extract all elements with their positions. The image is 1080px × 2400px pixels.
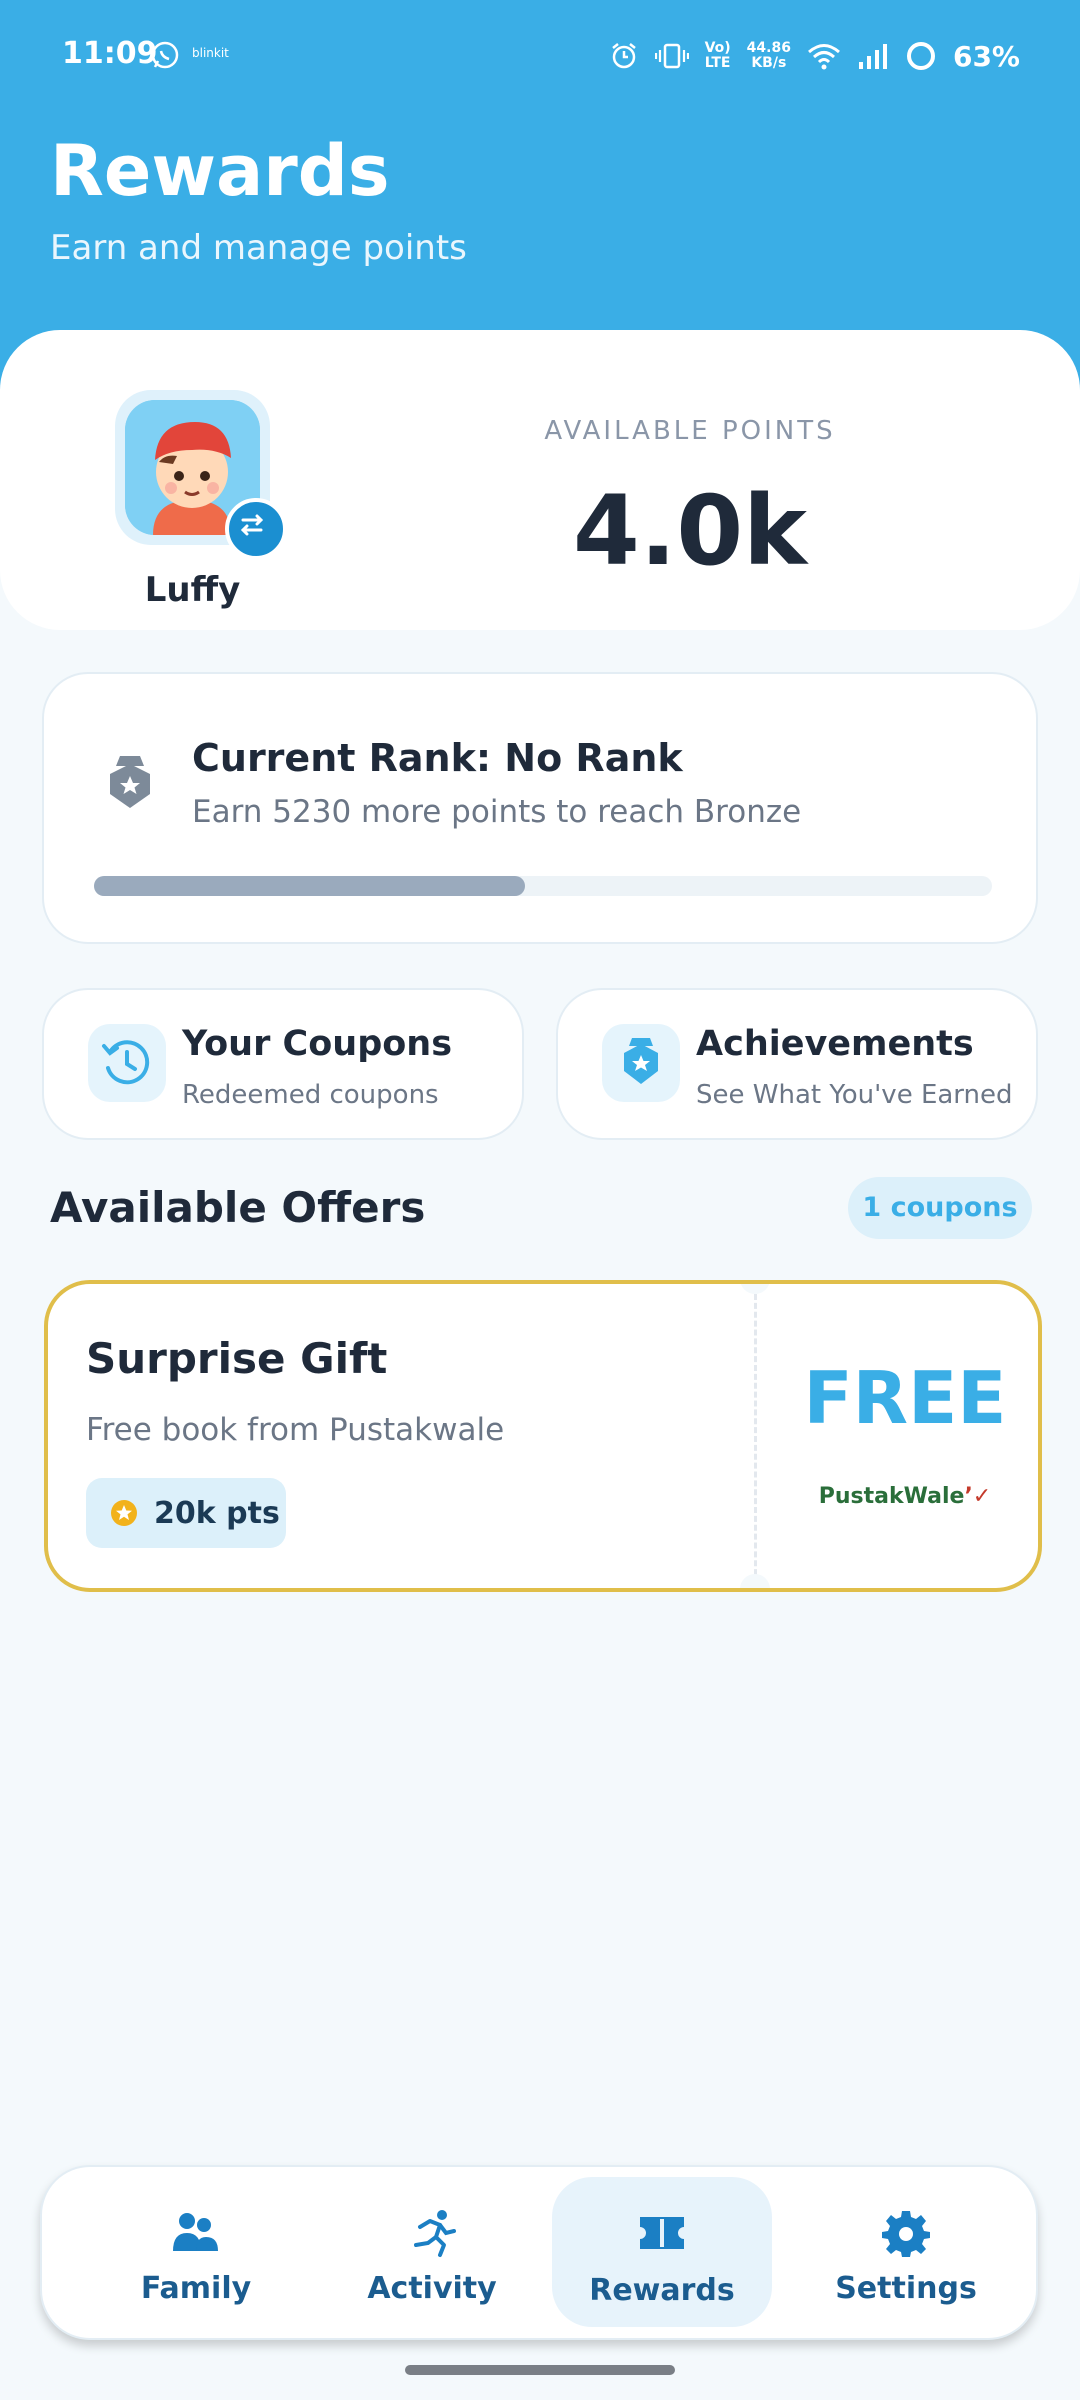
signal-icon: [858, 44, 887, 69]
nav-activity[interactable]: Activity: [322, 2167, 542, 2342]
pustakwale-logo: PustakWale’✓: [818, 1484, 992, 1509]
medal-icon-box: [602, 1024, 680, 1102]
nav-settings-label: Settings: [835, 2271, 977, 2306]
your-coupons-card[interactable]: Your Coupons Redeemed coupons: [42, 988, 524, 1140]
network-speed: 44.86 KB/s: [746, 40, 791, 71]
battery-percent: 63%: [952, 39, 1020, 73]
profile-name: Luffy: [144, 570, 241, 610]
star-coin-icon: [111, 1500, 137, 1526]
status-right-group: Vo) LTE 44.86 KB/s 63%: [609, 36, 1020, 76]
rank-progress-track: [94, 876, 992, 896]
points-label: AVAILABLE POINTS: [544, 416, 836, 446]
achievements-title: Achievements: [696, 1024, 974, 1064]
nav-settings[interactable]: Settings: [796, 2167, 1016, 2342]
status-time: 11:09: [62, 36, 158, 71]
history-icon-box: [88, 1024, 166, 1102]
nav-family-label: Family: [140, 2271, 252, 2306]
rank-card[interactable]: Current Rank: No Rank Earn 5230 more poi…: [42, 672, 1038, 944]
rank-medal-icon: [110, 756, 150, 808]
offers-section-title: Available Offers: [50, 1183, 426, 1232]
points-value: 4.0k: [573, 475, 807, 587]
ticket-divider: [754, 1294, 757, 1584]
page-title: Rewards: [50, 130, 390, 212]
nav-activity-label: Activity: [367, 2271, 497, 2306]
nav-family[interactable]: Family: [86, 2167, 306, 2342]
offer-title: Surprise Gift: [86, 1334, 388, 1383]
offer-price-label: FREE: [803, 1356, 1007, 1440]
your-coupons-subtitle: Redeemed coupons: [182, 1080, 439, 1110]
medal-icon: [624, 1038, 658, 1084]
page-subtitle: Earn and manage points: [50, 228, 467, 268]
achievements-card[interactable]: Achievements See What You've Earned: [556, 988, 1038, 1140]
offer-points-text: 20k pts: [154, 1496, 280, 1531]
whatsapp-icon: [151, 41, 179, 69]
battery-icon: [906, 42, 935, 70]
ticket-notch-top: [740, 1284, 770, 1294]
achievements-subtitle: See What You've Earned: [696, 1080, 1013, 1110]
offer-points-badge: 20k pts: [86, 1478, 286, 1548]
gear-icon: [882, 2211, 930, 2257]
history-icon: [102, 1040, 150, 1085]
bottom-navigation: Family Activity Rewards Settings: [40, 2165, 1038, 2340]
swap-icon: [240, 514, 264, 536]
wifi-icon: [807, 44, 840, 70]
blinkit-notification-icon: blinkit: [192, 46, 229, 60]
vibrate-icon: [654, 43, 689, 69]
home-indicator[interactable]: [405, 2365, 675, 2375]
status-bar: 11:09 blinkit Vo) LTE 44.86 KB/s 63%: [0, 0, 1080, 110]
alarm-icon: [611, 43, 636, 69]
volte-indicator: Vo) LTE: [704, 40, 731, 71]
coupon-count-badge: 1 coupons: [848, 1177, 1032, 1239]
running-icon: [414, 2210, 456, 2257]
ticket-notch-bottom: [740, 1574, 770, 1588]
rank-progress-fill: [94, 876, 526, 896]
your-coupons-title: Your Coupons: [182, 1024, 453, 1064]
swap-profile-button[interactable]: [225, 498, 287, 560]
offer-card[interactable]: Surprise Gift Free book from Pustakwale …: [44, 1280, 1042, 1592]
offer-description: Free book from Pustakwale: [86, 1412, 505, 1448]
ticket-icon: [640, 2217, 684, 2249]
nav-rewards[interactable]: Rewards: [552, 2177, 772, 2327]
rank-subtitle: Earn 5230 more points to reach Bronze: [192, 794, 802, 830]
profile-card: Luffy AVAILABLE POINTS 4.0k: [0, 330, 1080, 630]
rank-title: Current Rank: No Rank: [192, 736, 683, 780]
family-icon: [173, 2213, 218, 2251]
nav-rewards-label: Rewards: [589, 2273, 735, 2308]
